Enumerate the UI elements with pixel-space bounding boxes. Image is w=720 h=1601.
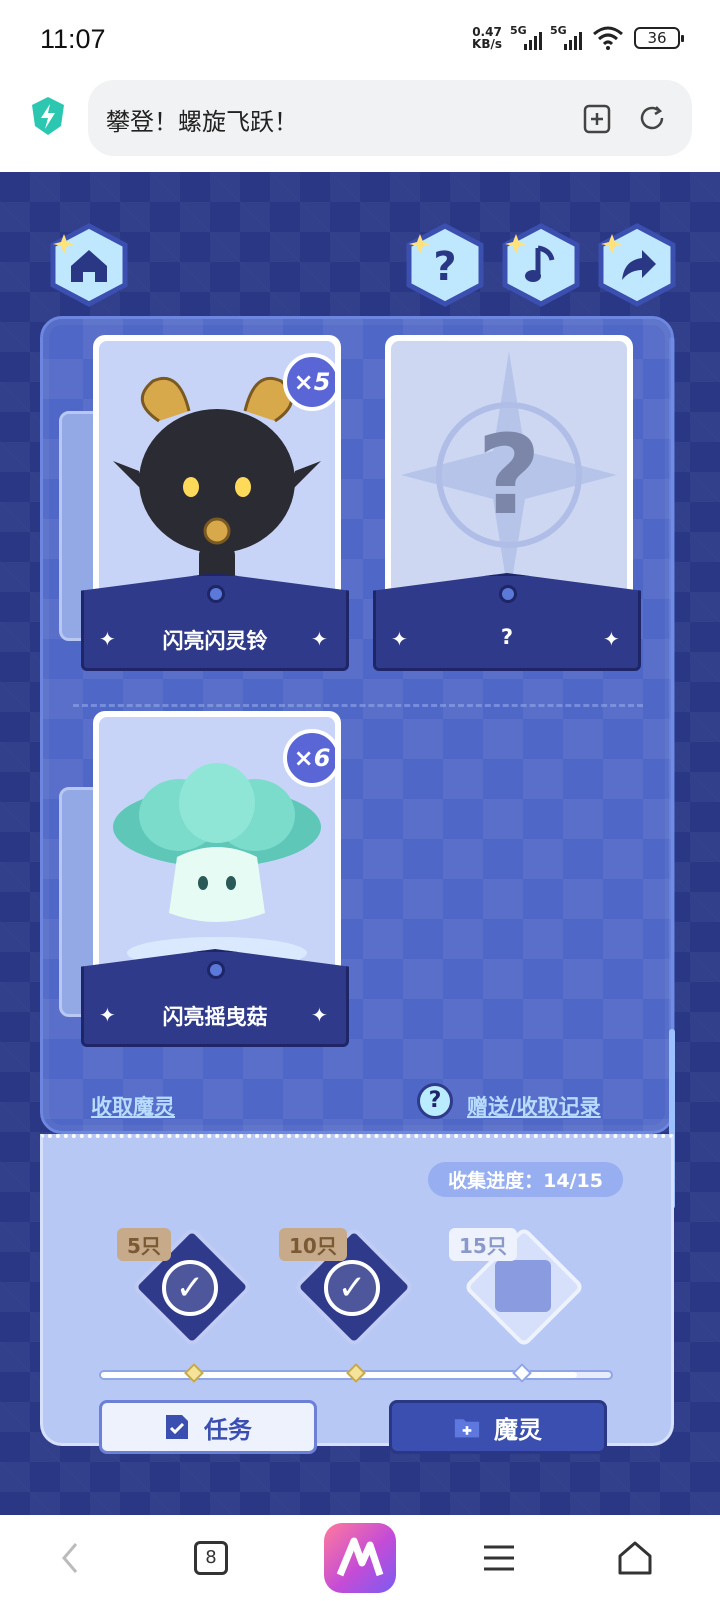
svg-text:?: ? (477, 411, 541, 539)
app-logo-icon (336, 1537, 384, 1577)
home-button[interactable] (46, 222, 132, 308)
network-speed: 0.47 KB/s (472, 25, 502, 51)
progress-label: 收集进度：14/15 (428, 1162, 623, 1197)
share-button[interactable] (594, 222, 680, 308)
collect-spirit-link[interactable]: 收取魔灵 (91, 1091, 175, 1121)
milestone-tag: 15只 (449, 1228, 517, 1261)
music-note-icon (502, 223, 580, 307)
shield-icon[interactable] (30, 96, 66, 136)
browser-address-bar: 攀登！螺旋飞跃！ (0, 80, 720, 172)
spirit-name: ? (500, 625, 514, 649)
menu-icon (484, 1545, 514, 1571)
music-button[interactable] (498, 222, 584, 308)
tabs-count: 8 (194, 1541, 228, 1575)
spirit-button[interactable]: 魔灵 (389, 1400, 607, 1454)
signal-icon: 5G (510, 24, 542, 50)
collection-panel: ×5 ✦ 闪亮闪灵铃 ✦ ? ✦ ? ✦ ×6 ✦ 闪亮摇曳菇 ✦ 收取魔灵 ?… (40, 316, 675, 1209)
status-bar: 11:07 0.47 KB/s 5G 5G 36 (0, 0, 720, 80)
gift-bag-icon (495, 1260, 551, 1312)
spirit-name: 闪亮摇曳菇 (162, 1005, 268, 1029)
sparkle-icon: ✦ (311, 627, 328, 651)
help-button[interactable]: ? (402, 222, 488, 308)
svg-text:?: ? (433, 244, 456, 290)
sparkle-icon: ✦ (603, 627, 620, 651)
wifi-icon (593, 26, 623, 50)
check-icon: ✓ (324, 1260, 380, 1316)
spirit-card-locked[interactable]: ? ✦ ? ✦ (373, 335, 641, 675)
folder-add-icon (454, 1419, 480, 1438)
chevron-left-icon (62, 1543, 78, 1573)
tabs-button[interactable]: 8 (166, 1515, 256, 1601)
spirit-image: ×6 (99, 717, 335, 985)
menu-button[interactable] (454, 1515, 544, 1601)
gift-records-link[interactable]: 赠送/收取记录 (467, 1091, 601, 1121)
count-badge: ×5 (283, 353, 335, 411)
add-bookmark-icon[interactable] (582, 102, 614, 134)
spirit-card[interactable]: ×5 ✦ 闪亮闪灵铃 ✦ (59, 335, 349, 675)
home-icon (50, 223, 128, 307)
collection-progress-panel: 收集进度：14/15 ✓ 5只 ✓ 10只 15只 任务 魔灵 (40, 1134, 674, 1454)
milestone-reward-locked[interactable]: 15只 (449, 1226, 585, 1350)
status-indicators: 0.47 KB/s 5G 5G 36 (472, 24, 684, 51)
signal-icon: 5G (550, 24, 582, 50)
milestone-reward[interactable]: ✓ 5只 (117, 1226, 253, 1350)
question-icon: ? (406, 223, 484, 307)
milestone-tag: 5只 (117, 1228, 171, 1261)
spirit-name: 闪亮闪灵铃 (162, 629, 268, 653)
home-nav-button[interactable] (590, 1515, 680, 1601)
game-canvas: ? ×5 ✦ 闪亮闪灵铃 ✦ ? ✦ ? ✦ ×6 ✦ 闪亮摇曳菇 ✦ 收取魔灵… (0, 172, 720, 1515)
task-button[interactable]: 任务 (99, 1400, 317, 1454)
progress-fill (101, 1372, 577, 1378)
app-logo-button[interactable] (324, 1523, 396, 1593)
share-arrow-icon (598, 223, 676, 307)
unknown-spirit-image: ? (391, 341, 627, 609)
compass-star-icon: ? (401, 351, 617, 599)
task-document-icon (166, 1415, 188, 1439)
sparkle-icon: ✦ (311, 1003, 328, 1027)
home-outline-icon (618, 1541, 652, 1575)
help-icon[interactable]: ? (417, 1083, 453, 1119)
spirit-image: ×5 (99, 341, 335, 609)
status-time: 11:07 (40, 24, 106, 54)
back-button[interactable] (26, 1515, 116, 1601)
reload-icon[interactable] (636, 102, 668, 134)
count-badge: ×6 (283, 729, 335, 787)
divider (73, 704, 643, 707)
scrollbar-track[interactable] (669, 337, 675, 1057)
browser-bottom-nav: 8 (0, 1515, 720, 1601)
page-title: 攀登！螺旋飞跃！ (106, 108, 298, 136)
check-icon: ✓ (162, 1260, 218, 1316)
milestone-tag: 10只 (279, 1228, 347, 1261)
milestone-reward[interactable]: ✓ 10只 (279, 1226, 415, 1350)
battery-icon: 36 (634, 27, 684, 49)
url-field[interactable]: 攀登！螺旋飞跃！ (88, 80, 692, 156)
spirit-card[interactable]: ×6 ✦ 闪亮摇曳菇 ✦ (59, 711, 349, 1051)
